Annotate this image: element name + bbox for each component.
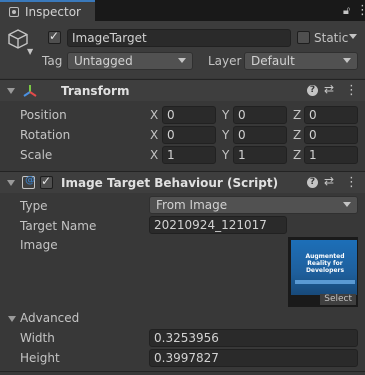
component-menu-icon[interactable]: ⋮ [345, 176, 358, 189]
tag-dropdown[interactable]: Untagged [67, 52, 193, 70]
height-field[interactable]: 0.3997827 [149, 349, 358, 367]
rotation-label: Rotation [20, 128, 71, 142]
component-title: Image Target Behaviour (Script) [61, 176, 279, 190]
book-cover-image: Augmented Reality for Developers [291, 240, 357, 295]
tag-value: Untagged [74, 54, 133, 68]
chevron-down-icon [343, 58, 351, 63]
component-menu-icon[interactable]: ⋮ [345, 84, 358, 97]
position-x-field[interactable]: 0 [162, 106, 216, 124]
axis-z-label[interactable]: Z [293, 108, 301, 122]
lock-icon[interactable]: 🔓︎ [343, 4, 350, 18]
icon-dropdown-arrow[interactable]: ▼ [27, 47, 33, 56]
target-name-label: Target Name [20, 219, 97, 233]
image-thumbnail[interactable]: Augmented Reality for Developers Select [288, 237, 358, 307]
object-name-field[interactable]: ImageTarget [67, 29, 291, 47]
rotation-y-field[interactable]: 0 [233, 126, 287, 144]
transform-icon [23, 85, 37, 97]
scale-z-field[interactable]: 1 [304, 146, 358, 164]
bottom-divider [0, 371, 365, 372]
position-label: Position [20, 108, 67, 122]
script-icon: @ [22, 175, 35, 189]
type-dropdown[interactable]: From Image [149, 196, 358, 214]
gameobject-cube-icon[interactable] [7, 28, 29, 50]
help-icon[interactable]: ? [307, 85, 318, 96]
static-dropdown-arrow[interactable] [349, 34, 357, 39]
tab-inspector[interactable]: Inspector [0, 0, 95, 21]
layer-value: Default [251, 54, 295, 68]
rotation-z-field[interactable]: 0 [304, 126, 358, 144]
axis-z-label[interactable]: Z [293, 128, 301, 142]
scale-label: Scale [20, 148, 53, 162]
active-checkbox[interactable] [48, 29, 61, 44]
axis-y-label[interactable]: Y [222, 148, 229, 162]
image-target-behaviour-header[interactable]: @ Image Target Behaviour (Script) ? ⇄ ⋮ [0, 171, 365, 193]
axis-y-label[interactable]: Y [222, 128, 229, 142]
scale-x-field[interactable]: 1 [162, 146, 216, 164]
image-label: Image [20, 238, 58, 252]
transform-header[interactable]: Transform ? ⇄ ⋮ [0, 79, 365, 101]
presets-icon[interactable]: ⇄ [324, 174, 334, 188]
tag-label: Tag [42, 54, 63, 68]
static-label[interactable]: Static [314, 31, 348, 45]
static-checkbox[interactable] [297, 31, 310, 44]
rotation-x-field[interactable]: 0 [162, 126, 216, 144]
presets-icon[interactable]: ⇄ [324, 82, 334, 96]
axis-z-label[interactable]: Z [293, 148, 301, 162]
book-cover-title: Augmented Reality for Developers [305, 253, 345, 274]
chevron-down-icon [178, 58, 186, 63]
type-value: From Image [156, 198, 228, 212]
chevron-down-icon [343, 202, 351, 207]
foldout-arrow-icon[interactable] [7, 88, 15, 94]
layer-dropdown[interactable]: Default [244, 52, 358, 70]
target-name-field[interactable]: 20210924_121017 [149, 216, 287, 234]
position-y-field[interactable]: 0 [233, 106, 287, 124]
axis-x-label[interactable]: X [150, 148, 158, 162]
component-enabled-checkbox[interactable] [40, 174, 53, 189]
advanced-label[interactable]: Advanced [20, 311, 79, 325]
tab-menu-icon[interactable]: ⋮ [356, 4, 365, 17]
foldout-arrow-icon[interactable] [7, 180, 15, 186]
axis-x-label[interactable]: X [150, 108, 158, 122]
width-label: Width [20, 331, 55, 345]
book-cover-stripe [295, 280, 355, 284]
axis-y-label[interactable]: Y [222, 108, 229, 122]
transform-title: Transform [61, 84, 130, 98]
select-button[interactable]: Select [320, 294, 356, 305]
position-z-field[interactable]: 0 [304, 106, 358, 124]
layer-label: Layer [208, 54, 242, 68]
width-field[interactable]: 0.3253956 [149, 329, 358, 347]
height-label: Height [20, 351, 60, 365]
type-label: Type [20, 199, 48, 213]
axis-x-label[interactable]: X [150, 128, 158, 142]
advanced-foldout-icon[interactable] [8, 316, 16, 322]
scale-y-field[interactable]: 1 [233, 146, 287, 164]
help-icon[interactable]: ? [307, 177, 318, 188]
tab-title: Inspector [25, 5, 81, 19]
script-icon-glyph: @ [25, 175, 35, 186]
inspector-icon [9, 7, 19, 17]
